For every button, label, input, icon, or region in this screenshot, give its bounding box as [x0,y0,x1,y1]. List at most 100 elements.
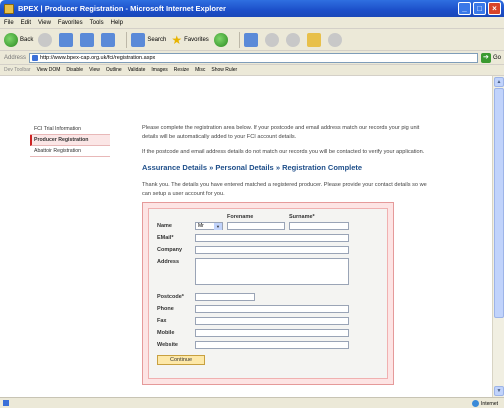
mail-button[interactable] [264,32,281,47]
chevron-down-icon: ▼ [214,223,222,230]
registration-steps: Assurance Details » Personal Details » R… [142,163,363,172]
favorites-button[interactable]: ★ Favorites [171,33,208,47]
go-button[interactable]: ➔ Go [480,52,501,63]
window-controls: _ □ × [458,2,501,15]
back-arrow-icon [4,32,18,47]
page-icon [32,54,39,61]
folder-icon [306,32,321,47]
close-button[interactable]: × [488,2,501,15]
address-textarea[interactable] [195,258,349,285]
postcode-label: Postcode* [157,294,184,300]
scroll-thumb[interactable] [494,88,504,318]
print-button[interactable] [285,32,302,47]
devbar-resize[interactable]: Resize [174,67,189,73]
scroll-up-icon[interactable]: ▲ [494,77,504,87]
sidebar-item-abattoir-registration[interactable]: Abattoir Registration [30,146,110,157]
search-label: Search [147,36,167,43]
menu-bar: File Edit View Favorites Tools Help [0,17,504,29]
phone-input[interactable] [195,305,349,313]
registration-form-inner: Forename Surname* Name Mr ▼ EMail* Compa… [148,208,388,379]
ie-icon [4,3,14,14]
menu-tools[interactable]: Tools [90,20,104,26]
devbar-misc[interactable]: Misc [195,67,205,73]
back-label: Back [20,36,34,43]
intro-text: Please complete the registration area be… [142,125,420,140]
side-navigation: FCI Trial Information Producer Registrat… [30,124,110,157]
email-label: EMail* [157,235,174,241]
sidebar-item-fci-trial[interactable]: FCI Trial Information [30,124,110,135]
messenger-icon [327,32,342,47]
home-icon [101,32,116,47]
page-done-icon [3,400,9,406]
zone-label: Internet [481,400,498,407]
stop-button[interactable] [59,32,75,47]
phone-label: Phone [157,306,174,312]
menu-view[interactable]: View [38,20,51,26]
title-select[interactable]: Mr ▼ [195,222,223,230]
home-button[interactable] [101,32,117,47]
email-input[interactable] [195,234,349,242]
forename-header: Forename [227,214,254,220]
devbar-title: Dev Toolbar [4,67,31,73]
company-label: Company [157,247,183,253]
sidebar-item-producer-registration[interactable]: Producer Registration [30,135,110,146]
fax-input[interactable] [195,317,349,325]
menu-edit[interactable]: Edit [21,20,31,26]
window-titlebar: BPEX | Producer Registration - Microsoft… [0,0,504,17]
address-input[interactable]: http://www.bpex-cap.org.uk/fci/registrat… [29,52,478,63]
address-url: http://www.bpex-cap.org.uk/fci/registrat… [40,54,156,61]
toolbar-separator [126,31,128,48]
media-button[interactable] [213,32,230,47]
name-label: Name [157,223,172,229]
back-button[interactable]: Back [4,32,34,47]
devbar-show-ruler[interactable]: Show Ruler [211,67,237,73]
dev-toolbar: Dev Toolbar View DOM Disable View Outlin… [0,65,504,76]
security-zone: Internet [472,400,498,407]
mobile-input[interactable] [195,329,349,337]
menu-favorites[interactable]: Favorites [58,20,83,26]
history-button[interactable] [243,32,260,47]
company-input[interactable] [195,246,349,254]
folder-button[interactable] [306,32,323,47]
page-content: FCI Trial Information Producer Registrat… [0,76,492,397]
status-bar: Internet [0,397,504,408]
favorites-label: Favorites [184,36,209,43]
forward-button[interactable] [38,32,54,47]
go-arrow-icon: ➔ [480,52,491,63]
search-button[interactable]: Search [131,32,167,47]
continue-button[interactable]: Continue [157,355,205,365]
refresh-button[interactable] [80,32,96,47]
devbar-disable[interactable]: Disable [66,67,83,73]
devbar-outline[interactable]: Outline [106,67,122,73]
vertical-scrollbar[interactable]: ▲ ▼ [492,76,504,397]
mobile-label: Mobile [157,330,175,336]
registration-form: Forename Surname* Name Mr ▼ EMail* Compa… [142,202,394,385]
address-label-field: Address [157,259,180,265]
postcode-input[interactable] [195,293,255,301]
devbar-validate[interactable]: Validate [128,67,146,73]
intro-text-secondary: If the postcode and email address detail… [142,149,425,155]
surname-header: Surname* [289,214,315,220]
title-select-value: Mr [198,223,204,229]
standard-toolbar: Back Search ★ Favorites [0,29,504,51]
devbar-images[interactable]: Images [151,67,167,73]
website-input[interactable] [195,341,349,349]
menu-file[interactable]: File [4,20,14,26]
surname-input[interactable] [289,222,349,230]
address-label: Address [4,54,27,61]
devbar-view-dom[interactable]: View DOM [37,67,61,73]
forename-input[interactable] [227,222,285,230]
stop-icon [59,32,74,47]
scroll-down-icon[interactable]: ▼ [494,386,504,396]
devbar-view[interactable]: View [89,67,100,73]
maximize-button[interactable]: □ [473,2,486,15]
window-title: BPEX | Producer Registration - Microsoft… [18,4,226,13]
messenger-button[interactable] [327,32,344,47]
fax-label: Fax [157,318,167,324]
website-label: Website [157,342,178,348]
globe-icon [472,400,480,407]
address-bar: Address http://www.bpex-cap.org.uk/fci/r… [0,51,504,65]
minimize-button[interactable]: _ [458,2,471,15]
search-icon [131,32,146,47]
menu-help[interactable]: Help [111,20,123,26]
